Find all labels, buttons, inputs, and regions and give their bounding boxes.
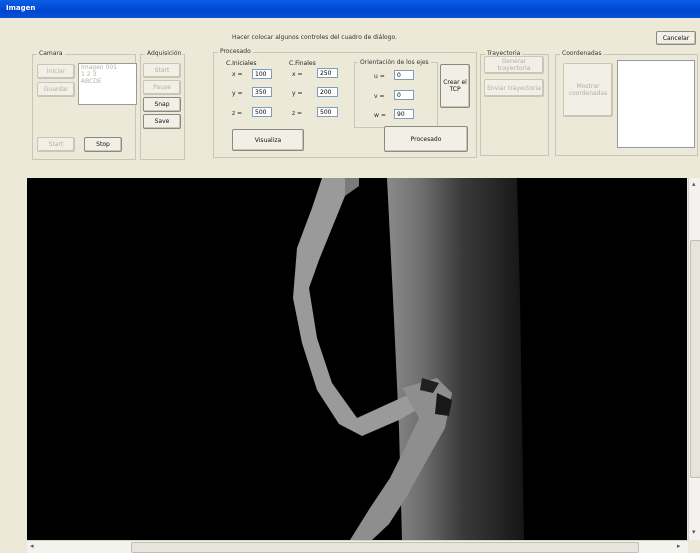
orient-w-label: w = [374, 112, 386, 119]
enviar-trayectoria-button[interactable]: Enviar trayectoria [484, 79, 544, 97]
cf-x-label: x = [292, 71, 303, 78]
acq-pause-button[interactable]: Pause [143, 80, 181, 95]
procesado-button[interactable]: Procesado [384, 126, 468, 152]
coordenadas-group-label: Coordenadas [560, 50, 604, 57]
ci-x-label: x = [232, 71, 243, 78]
image-view[interactable] [27, 178, 687, 540]
window-title: Imagen [6, 4, 36, 12]
cf-y-input[interactable]: 200 [317, 87, 338, 97]
cf-z-input[interactable]: 500 [317, 107, 338, 117]
list-item[interactable]: Imagen 001 [79, 64, 136, 71]
cancel-button[interactable]: Cancelar [656, 31, 696, 45]
scroll-down-icon[interactable]: ▾ [692, 528, 696, 536]
scroll-left-icon[interactable]: ◂ [30, 542, 34, 550]
camera-group-label: Camara [37, 50, 65, 57]
c-finales-label: C.Finales [289, 60, 316, 67]
camera-save-button[interactable]: Guardar [37, 82, 75, 97]
title-bar[interactable]: Imagen [0, 0, 700, 18]
ci-z-input[interactable]: 500 [252, 107, 272, 117]
acq-snap-button[interactable]: Snap [143, 97, 181, 112]
ci-y-label: y = [232, 90, 243, 97]
camera-init-button[interactable]: Iniciar [37, 64, 75, 79]
orientacion-group-label: Orientación de los ejes [358, 59, 431, 66]
acq-start-button[interactable]: Start [143, 63, 181, 78]
hint-text: Hacer colocar algunos controles del cuad… [232, 34, 397, 41]
horizontal-scrollbar[interactable]: ◂ ▸ [27, 540, 688, 553]
ci-z-label: z = [232, 110, 243, 117]
adquisicion-group-label: Adquisición [145, 50, 184, 57]
coordenadas-output [617, 60, 695, 148]
camera-listbox[interactable]: Imagen 001 1 2 3 ABCDE [78, 63, 137, 105]
ci-y-input[interactable]: 350 [252, 87, 272, 97]
scroll-right-icon[interactable]: ▸ [677, 542, 681, 550]
camera-start-button[interactable]: Start [37, 137, 75, 152]
orient-v-input[interactable]: 0 [394, 90, 414, 100]
processed-depth-image [293, 178, 524, 540]
camera-stop-button[interactable]: Stop [84, 137, 122, 152]
orient-w-input[interactable]: 90 [394, 109, 414, 119]
vertical-scroll-thumb[interactable] [690, 240, 700, 478]
create-tcp-button[interactable]: Crear el TCP [440, 64, 470, 108]
list-item[interactable]: 1 2 3 [79, 71, 136, 78]
c-iniciales-label: C.Iniciales [226, 60, 257, 67]
cf-z-label: z = [292, 110, 303, 117]
cf-y-label: y = [292, 90, 303, 97]
procesado-group-label: Procesado [218, 48, 253, 55]
cf-x-input[interactable]: 250 [317, 68, 338, 78]
mostrar-coordenadas-button[interactable]: Mostrar coordenadas [563, 63, 613, 117]
horizontal-scroll-thumb[interactable] [131, 542, 639, 553]
orient-u-label: u = [374, 73, 385, 80]
list-item[interactable]: ABCDE [79, 78, 136, 85]
acq-save-button[interactable]: Save [143, 114, 181, 129]
orient-u-input[interactable]: 0 [394, 70, 414, 80]
ci-x-input[interactable]: 100 [252, 69, 272, 79]
visualiza-button[interactable]: Visualiza [232, 129, 304, 151]
scroll-up-icon[interactable]: ▴ [692, 180, 696, 188]
generar-trayectoria-button[interactable]: Generar trayectoria [484, 56, 544, 74]
vertical-scrollbar[interactable]: ▴ ▾ [688, 178, 700, 540]
orient-v-label: v = [374, 93, 385, 100]
